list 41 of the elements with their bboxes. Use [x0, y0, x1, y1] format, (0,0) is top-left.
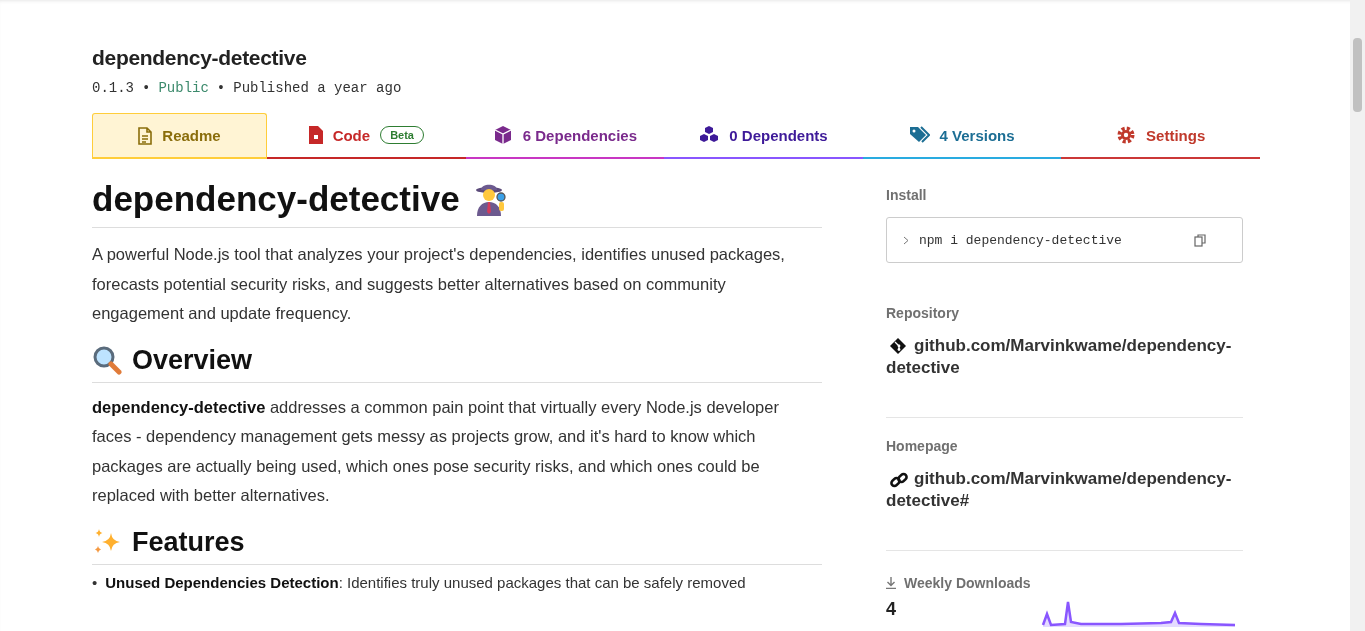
downloads-label: Weekly Downloads: [904, 575, 1031, 591]
overview-paragraph: dependency-detective addresses a common pain point that virtually every Node.js developer faces - dependency management gets messy as projects grow, and it's hard to know which packages are actually being used, which ones pose security risks, and which ones could be replaced with better alternatives.: [92, 396, 780, 506]
copy-icon[interactable]: [1194, 233, 1206, 247]
file-icon: [308, 126, 323, 144]
settings-tab[interactable]: Settings: [1061, 113, 1260, 157]
version-text: 0.1.3: [92, 80, 134, 96]
separator-dot: •: [216, 80, 226, 96]
magnifier-icon: [92, 345, 122, 375]
install-label: Install: [886, 187, 928, 203]
dependents-tab[interactable]: 0 Dependents: [664, 113, 863, 157]
readme-tab[interactable]: Readme: [92, 113, 267, 157]
separator-dot: •: [142, 80, 151, 96]
bullet-mark: •: [92, 572, 98, 593]
section-heading: Features: [132, 526, 245, 558]
code-tab[interactable]: Code Beta: [267, 113, 466, 157]
tags-icon: [909, 126, 930, 144]
published-text: Published a year ago: [233, 80, 402, 96]
package-name: dependency-detective: [92, 46, 308, 70]
settings-icon: [1116, 125, 1137, 145]
homepage-link[interactable]: github.com/Marvinkwame/dependency-detective#: [886, 468, 1243, 512]
visibility-text: Public: [158, 80, 209, 96]
prompt-icon: [903, 235, 909, 245]
readme-title: dependency-detective: [92, 179, 460, 219]
intro-paragraph: A powerful Node.js tool that analyzes your project's dependencies, identifies unused packages, forecasts potential security risks, and suggests better alternatives based on community engagement and update frequency.: [92, 244, 786, 324]
download-icon: [886, 577, 896, 589]
feature-item: Unused Dependencies Detection: Identifies truly unused packages that can be safely removed: [105, 572, 746, 593]
repository-link[interactable]: github.com/Marvinkwame/dependency-detective: [886, 335, 1243, 379]
box-icon: [492, 125, 513, 145]
versions-tab[interactable]: 4 Versions: [862, 113, 1062, 157]
git-icon: [890, 338, 906, 354]
document-icon: [138, 126, 153, 145]
homepage-label: Homepage: [886, 438, 959, 454]
section-heading: Overview: [132, 344, 253, 376]
install-command: npm i dependency-detective: [919, 232, 1123, 248]
install-command-box[interactable]: npm i dependency-detective: [886, 217, 1243, 263]
cubes-icon: [699, 126, 720, 144]
downloads-count: 4: [886, 599, 896, 619]
repository-label: Repository: [886, 305, 961, 321]
dependencies-tab[interactable]: 6 Dependencies: [465, 113, 665, 157]
scrollbar[interactable]: [1350, 0, 1365, 631]
link-icon: [890, 471, 908, 489]
